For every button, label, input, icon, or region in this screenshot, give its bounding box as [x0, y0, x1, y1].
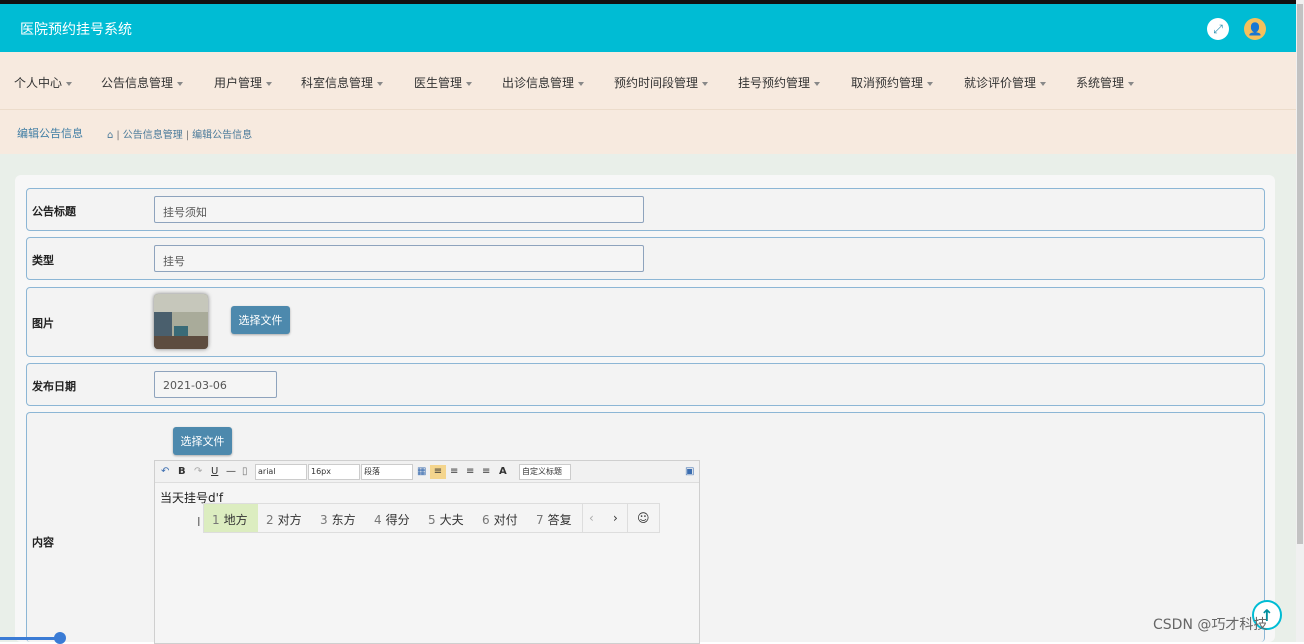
breadcrumb-current: 编辑公告信息 [192, 130, 253, 141]
align-left-icon[interactable]: ≡ [430, 465, 446, 479]
ime-candidate[interactable]: 4 得分 [374, 511, 410, 528]
nav-evaluation-management[interactable]: 就诊评价管理 [964, 74, 1047, 91]
home-icon[interactable]: ⌂ [107, 130, 113, 141]
type-input[interactable]: 挂号 [154, 245, 644, 272]
ime-candidate[interactable]: 2 对方 [266, 511, 302, 528]
app-title: 医院预约挂号系统 [20, 22, 132, 38]
ime-candidate[interactable]: 3 东方 [320, 511, 356, 528]
align-center-icon[interactable]: ≡ [466, 465, 474, 479]
ime-candidate[interactable]: 7 答复 [536, 511, 572, 528]
font-size-select[interactable]: 16px [308, 464, 360, 480]
align-right-icon[interactable]: ≡ [450, 465, 458, 479]
scrollbar-thumb[interactable] [1297, 4, 1303, 544]
slider-knob[interactable] [54, 632, 66, 644]
nav-user-management[interactable]: 用户管理 [214, 74, 273, 91]
date-input[interactable]: 2021-03-06 [154, 371, 277, 398]
ime-next-icon[interactable]: › [613, 511, 618, 525]
expand-icon[interactable]: ⤢ [1207, 18, 1229, 40]
underline-icon[interactable]: U [211, 465, 218, 479]
editor-content[interactable]: 当天挂号d'f I 1 地方 2 对方 3 东方 4 得分 5 大夫 6 对付 7 答复 ‹ … [155, 483, 699, 643]
main-nav: 个人中心 公告信息管理 用户管理 科室信息管理 医生管理 出诊信息管理 预约时间… [0, 52, 1296, 110]
ime-emoji-icon[interactable]: ☺ [637, 511, 650, 525]
nav-notice-management[interactable]: 公告信息管理 [101, 74, 184, 91]
ime-candidate-popup: 1 地方 2 对方 3 东方 4 得分 5 大夫 6 对付 7 答复 ‹ › ☺ [203, 503, 660, 533]
nav-clinic-management[interactable]: 出诊信息管理 [502, 74, 585, 91]
breadcrumb-item[interactable]: 公告信息管理 [123, 130, 183, 141]
ime-candidate[interactable]: 1 地方 [212, 511, 248, 528]
content-label: 内容 [32, 536, 54, 549]
image-label: 图片 [32, 317, 54, 330]
watermark: CSDN @巧才科技 [1153, 617, 1268, 633]
title-label: 公告标题 [32, 205, 76, 218]
custom-title-select[interactable]: 自定义标题 [519, 464, 571, 480]
content-choose-file-button[interactable]: 选择文件 [173, 427, 232, 455]
form-row-title: 公告标题 挂号须知 [26, 188, 1265, 231]
nav-cancel-management[interactable]: 取消预约管理 [851, 74, 934, 91]
undo-icon[interactable]: ↶ [161, 465, 169, 479]
user-icon[interactable]: 👤 [1244, 18, 1266, 40]
bold-icon[interactable]: B [178, 465, 186, 479]
text-cursor-icon: I [197, 515, 201, 529]
nav-appointment-management[interactable]: 挂号预约管理 [738, 74, 821, 91]
nav-system-management[interactable]: 系统管理 [1076, 74, 1135, 91]
font-family-select[interactable]: arial [255, 464, 307, 480]
nav-personal-center[interactable]: 个人中心 [14, 74, 73, 91]
redo-icon[interactable]: ↷ [194, 465, 202, 479]
horizontal-line-icon[interactable]: — [226, 465, 236, 479]
type-label: 类型 [32, 254, 54, 267]
table-icon[interactable]: ▦ [417, 465, 426, 479]
progress-slider[interactable] [0, 637, 62, 640]
top-header: 医院预约挂号系统 ⤢ 👤 [0, 0, 1296, 52]
paragraph-select[interactable]: 段落 [361, 464, 413, 480]
fullscreen-editor-icon[interactable]: ▣ [685, 465, 694, 479]
form-row-date: 发布日期 2021-03-06 [26, 363, 1265, 406]
image-thumbnail [154, 294, 208, 349]
breadcrumb-bar: 编辑公告信息 ⌂ | 公告信息管理 | 编辑公告信息 [0, 110, 1296, 154]
title-input[interactable]: 挂号须知 [154, 196, 644, 223]
nav-doctor-management[interactable]: 医生管理 [414, 74, 473, 91]
form-row-type: 类型 挂号 [26, 237, 1265, 280]
align-justify-icon[interactable]: ≡ [482, 465, 490, 479]
nav-department-management[interactable]: 科室信息管理 [301, 74, 384, 91]
image-choose-file-button[interactable]: 选择文件 [231, 306, 290, 334]
ime-candidate[interactable]: 6 对付 [482, 511, 518, 528]
breadcrumb: ⌂ | 公告信息管理 | 编辑公告信息 [107, 130, 253, 141]
ime-candidate[interactable]: 5 大夫 [428, 511, 464, 528]
form-row-content: 内容 选择文件 ↶ B ↷ U — ▯ arial 16px 段落 ▦ ≡ ≡ … [26, 412, 1265, 644]
page-title: 编辑公告信息 [17, 127, 83, 140]
date-label: 发布日期 [32, 380, 76, 393]
editor-toolbar: ↶ B ↷ U — ▯ arial 16px 段落 ▦ ≡ ≡ ≡ ≡ A 自定… [155, 461, 699, 483]
ime-prev-icon[interactable]: ‹ [589, 511, 594, 525]
form-row-image: 图片 选择文件 [26, 287, 1265, 357]
nav-timeslot-management[interactable]: 预约时间段管理 [614, 74, 709, 91]
rich-text-editor[interactable]: ↶ B ↷ U — ▯ arial 16px 段落 ▦ ≡ ≡ ≡ ≡ A 自定… [154, 460, 700, 644]
blank-page-icon[interactable]: ▯ [242, 465, 248, 479]
font-color-icon[interactable]: A [499, 465, 507, 479]
